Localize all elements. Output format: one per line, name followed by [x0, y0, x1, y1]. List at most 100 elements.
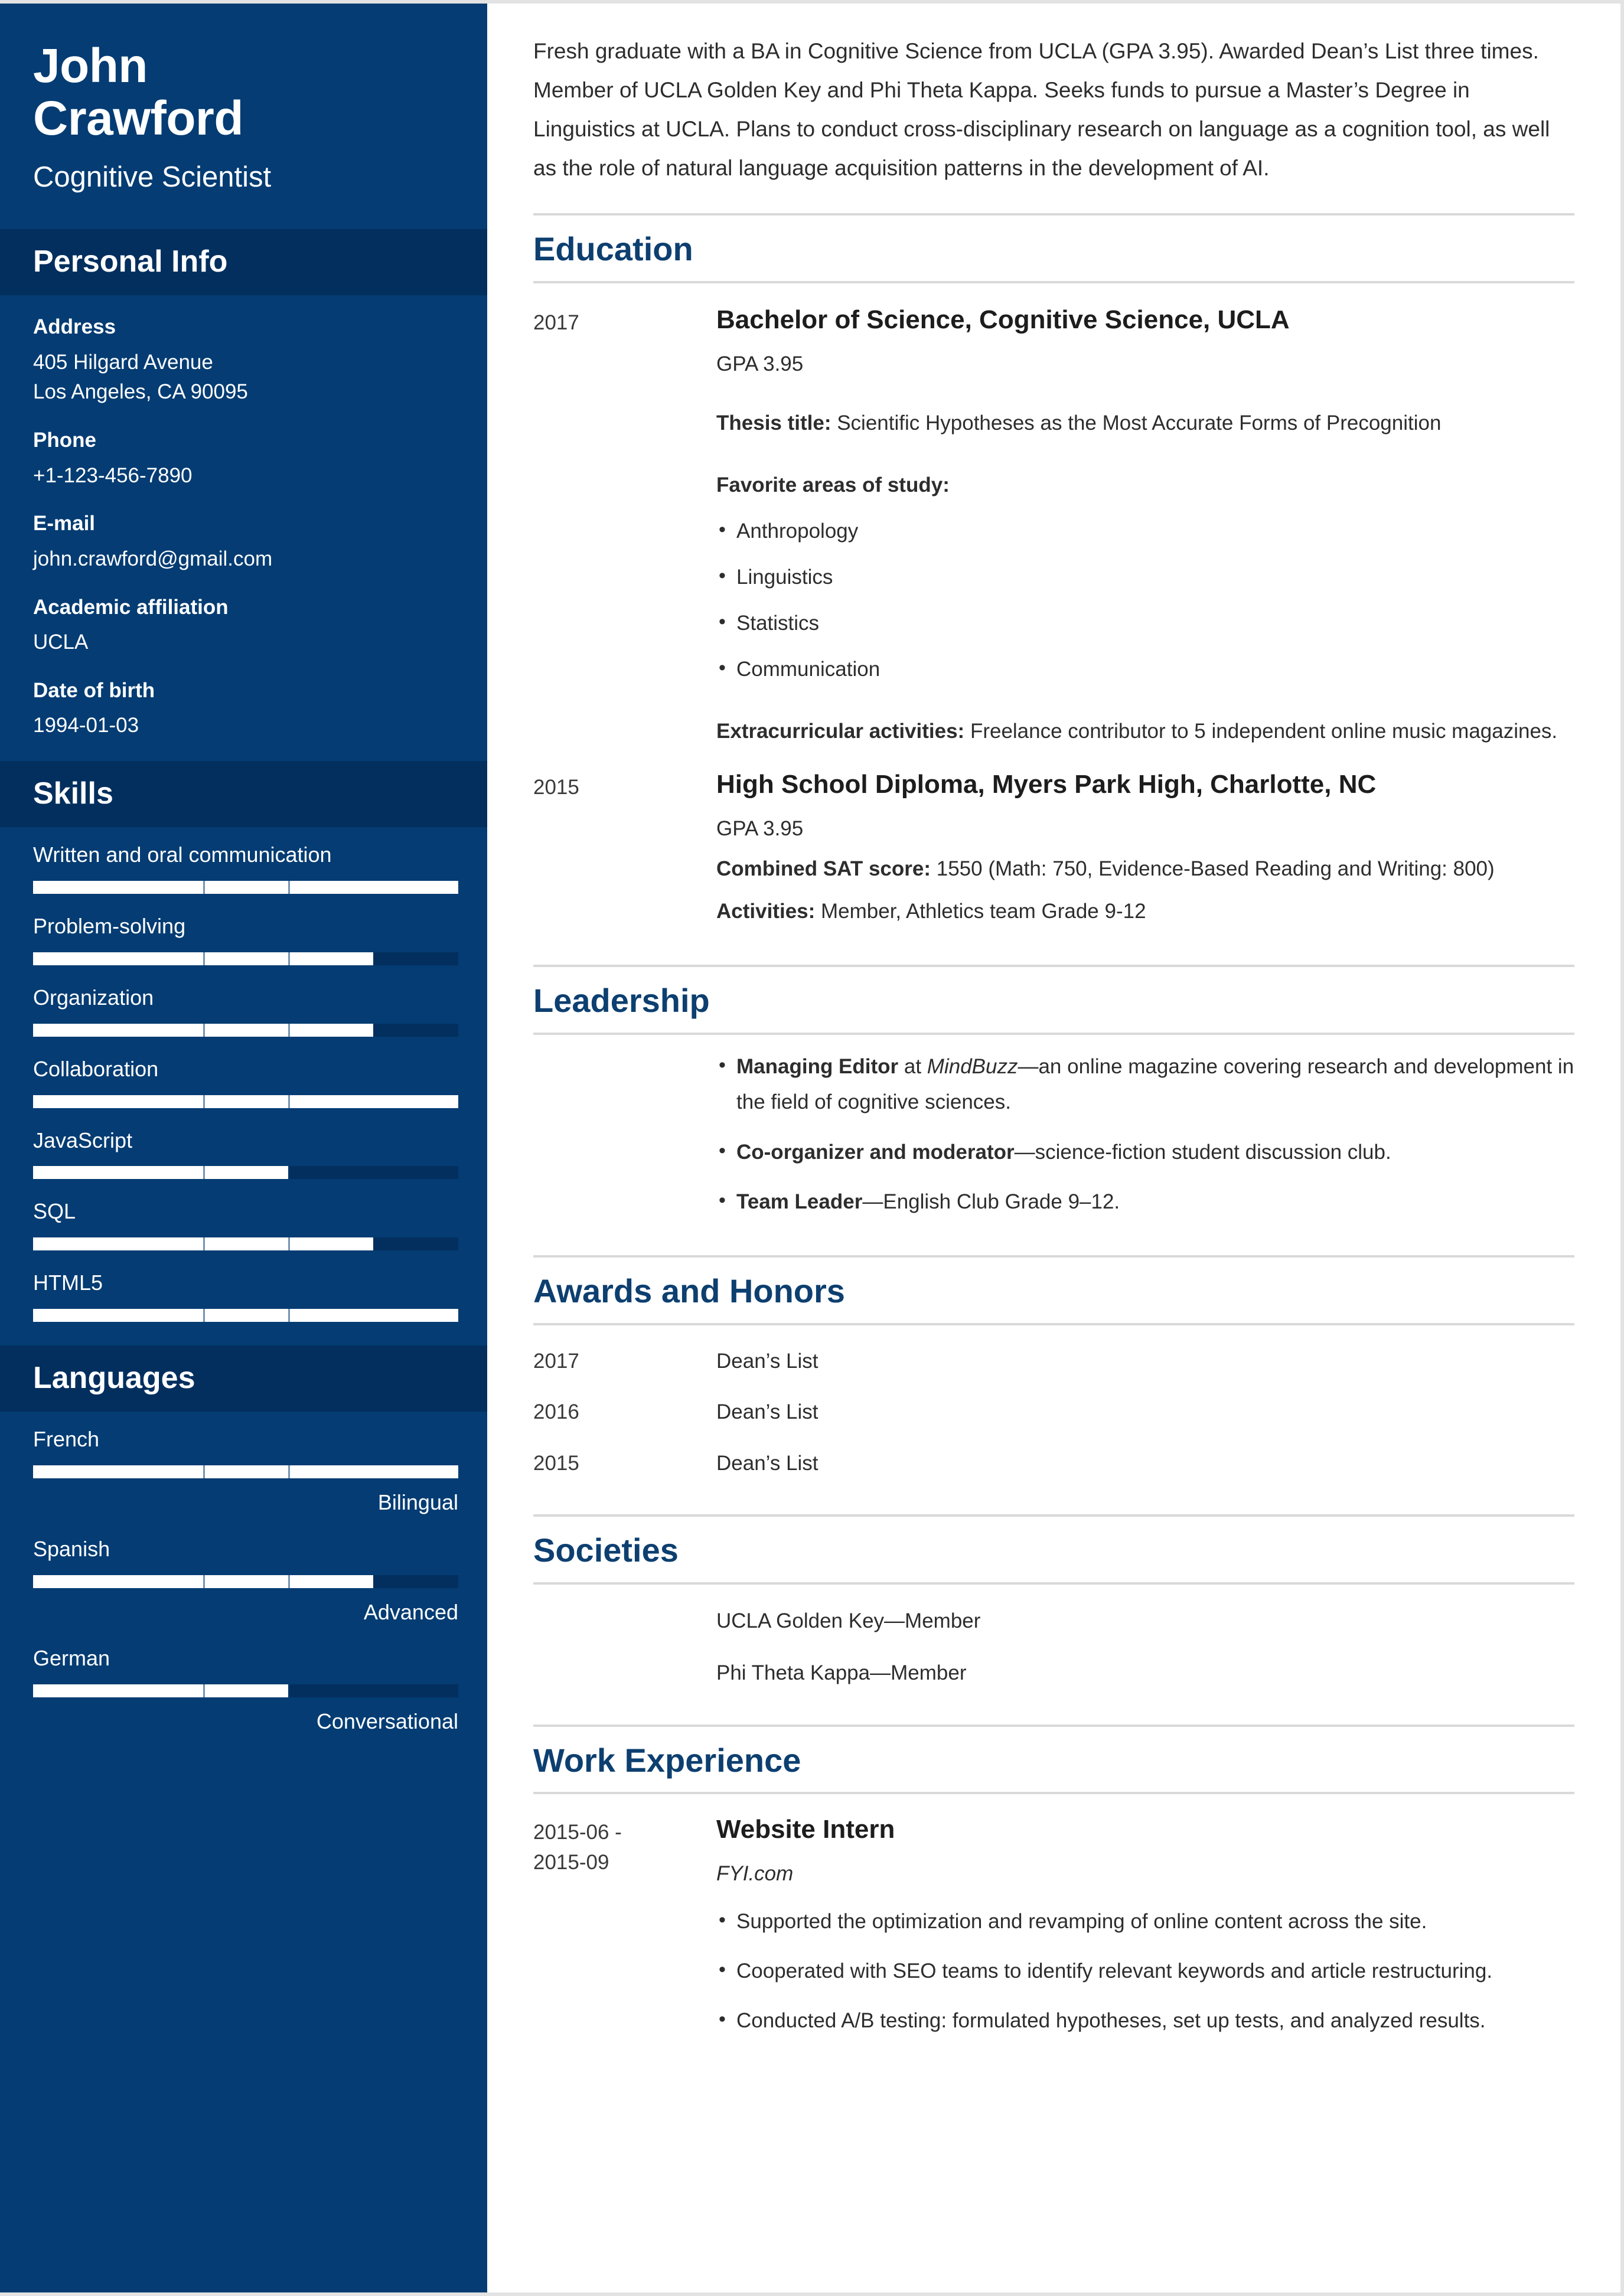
divider — [533, 1724, 1574, 1727]
languages-header: Languages — [0, 1345, 487, 1412]
extracurricular-value: Freelance contributor to 5 independent o… — [964, 719, 1558, 743]
info-group-phone: Phone +1-123-456-7890 — [33, 425, 454, 491]
skill-bar — [33, 1095, 458, 1108]
skill-label: HTML5 — [33, 1271, 103, 1295]
skill-bar-fill — [33, 1166, 288, 1180]
education-details: High School Diploma, Myers Park High, Ch… — [716, 769, 1574, 930]
language-bar — [33, 1575, 458, 1588]
education-activities: Activities: Member, Athletics team Grade… — [716, 894, 1574, 929]
skills-body: Written and oral communication Problem-s… — [0, 827, 487, 1345]
award-label: Dean’s List — [716, 1349, 818, 1373]
award-label: Dean’s List — [716, 1400, 818, 1424]
skill-label: Organization — [33, 985, 154, 1010]
job-title: Cognitive Scientist — [33, 161, 272, 194]
list-item: Cooperated with SEO teams to identify re… — [716, 1952, 1574, 1989]
language-bar-tick — [288, 1465, 290, 1478]
divider — [533, 1514, 1574, 1517]
skill-bar-tick — [288, 952, 290, 965]
info-group-affiliation: Academic affiliation UCLA — [33, 592, 454, 658]
affiliation-value: UCLA — [33, 631, 89, 654]
list-item: Linguistics — [716, 559, 1574, 595]
section-title-work: Work Experience — [533, 1741, 801, 1779]
info-group-dob: Date of birth 1994-01-03 — [33, 675, 454, 741]
email-value[interactable]: john.crawford@gmail.com — [33, 544, 454, 574]
skill-bar — [33, 1023, 458, 1037]
activities-value: Member, Athletics team Grade 9-12 — [815, 900, 1146, 923]
personal-info-header: Personal Info — [0, 228, 487, 296]
list-item: Statistics — [716, 605, 1574, 641]
address-line2: Los Angeles, CA 90095 — [33, 380, 248, 404]
education-entry: 2015 High School Diploma, Myers Park Hig… — [533, 769, 1574, 930]
skill-label: JavaScript — [33, 1128, 133, 1152]
language-level: Bilingual — [377, 1490, 458, 1514]
languages-body: French Bilingual Spanish Advanced German… — [0, 1412, 487, 1759]
award-year: 2017 — [533, 1349, 579, 1373]
personal-info-heading: Personal Info — [33, 244, 228, 279]
language-label: Spanish — [33, 1536, 110, 1561]
skill-bar-fill — [33, 1308, 458, 1322]
divider — [533, 1582, 1574, 1585]
divider — [533, 281, 1574, 284]
candidate-name: John Crawford — [33, 40, 454, 145]
language-bar-fill — [33, 1684, 288, 1698]
list-item: Supported the optimization and revamping… — [716, 1903, 1574, 1939]
sat-label: Combined SAT score: — [716, 857, 931, 881]
skill-row: JavaScript — [33, 1127, 458, 1180]
divider — [533, 965, 1574, 968]
skill-bar-tick — [203, 1023, 205, 1037]
education-areas-list: Anthropology Linguistics Statistics Comm… — [716, 512, 1574, 688]
skill-label: Written and oral communication — [33, 842, 332, 867]
education-extracurricular: Extracurricular activities: Freelance co… — [716, 714, 1574, 749]
language-row: German Conversational — [33, 1645, 458, 1736]
language-level: Conversational — [316, 1709, 458, 1734]
education-sat: Combined SAT score: 1550 (Math: 750, Evi… — [716, 851, 1574, 887]
language-row: French Bilingual — [33, 1426, 458, 1517]
section-title-education: Education — [533, 230, 693, 268]
award-row: 2017 Dean’s List — [533, 1347, 1574, 1377]
languages-heading: Languages — [33, 1360, 195, 1395]
skill-row: Organization — [33, 984, 458, 1037]
skill-bar — [33, 1166, 458, 1180]
education-areas-label: Favorite areas of study: — [716, 473, 950, 497]
society-item: UCLA Golden Key—Member — [716, 1609, 981, 1632]
skill-bar — [33, 952, 458, 965]
personal-info-body: Address 405 Hilgard Avenue Los Angeles, … — [0, 295, 487, 761]
activities-label: Activities: — [716, 900, 816, 923]
list-item: Co-organizer and moderator—science-ficti… — [716, 1134, 1574, 1170]
skill-bar-tick — [288, 881, 290, 894]
skill-bar-tick — [288, 1023, 290, 1037]
skill-row: Written and oral communication — [33, 841, 458, 894]
thesis-value: Scientific Hypotheses as the Most Accura… — [831, 411, 1442, 435]
skill-bar — [33, 1237, 458, 1251]
language-bar — [33, 1684, 458, 1698]
sat-value: 1550 (Math: 750, Evidence-Based Reading … — [931, 857, 1495, 881]
section-title-awards: Awards and Honors — [533, 1272, 845, 1309]
affiliation-label: Academic affiliation — [33, 595, 229, 619]
divider — [533, 1322, 1574, 1325]
language-level: Advanced — [363, 1599, 458, 1624]
sidebar: John Crawford Cognitive Scientist Person… — [0, 4, 487, 2292]
phone-value[interactable]: +1-123-456-7890 — [33, 461, 454, 491]
last-name: Crawford — [33, 91, 243, 145]
skill-bar — [33, 1308, 458, 1322]
skill-row: HTML5 — [33, 1269, 458, 1322]
divider — [533, 1792, 1574, 1795]
divider — [533, 1033, 1574, 1036]
education-details: Bachelor of Science, Cognitive Science, … — [716, 305, 1574, 749]
skill-row: Problem-solving — [33, 913, 458, 965]
leadership-body: Managing Editor at MindBuzz—an online ma… — [716, 1048, 1574, 1220]
section-title-leadership: Leadership — [533, 982, 710, 1020]
skill-bar-fill — [33, 881, 458, 894]
dob-value: 1994-01-03 — [33, 714, 139, 737]
education-gpa: GPA 3.95 — [716, 352, 804, 375]
skill-bar-tick — [288, 1095, 290, 1108]
society-item: Phi Theta Kappa—Member — [716, 1661, 967, 1685]
extracurricular-label: Extracurricular activities: — [716, 719, 965, 743]
info-group-address: Address 405 Hilgard Avenue Los Angeles, … — [33, 312, 454, 407]
skill-row: Collaboration — [33, 1056, 458, 1108]
work-entry: 2015-06 - 2015-09 Website Intern FYI.com… — [533, 1814, 1574, 2039]
email-label: E-mail — [33, 512, 96, 535]
education-entry: 2017 Bachelor of Science, Cognitive Scie… — [533, 305, 1574, 749]
